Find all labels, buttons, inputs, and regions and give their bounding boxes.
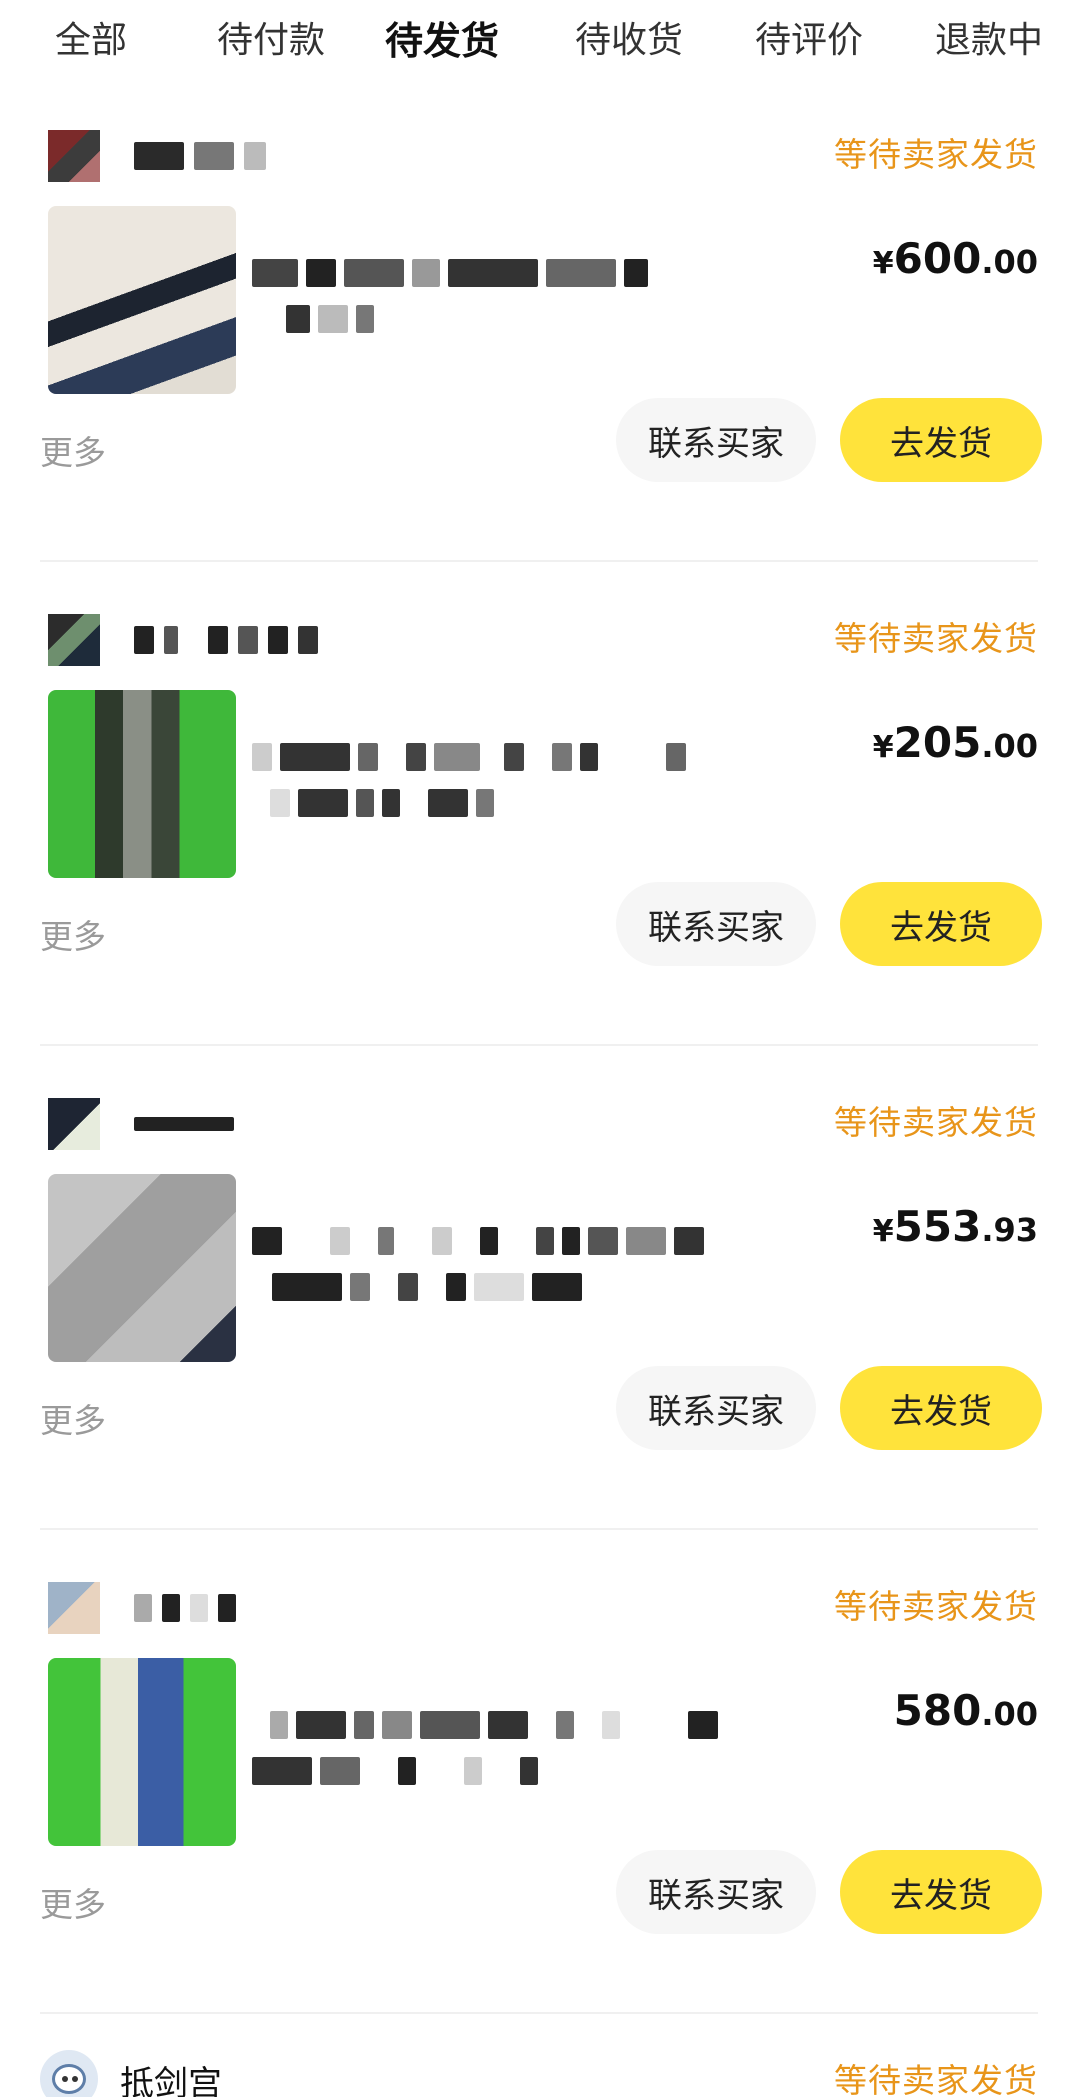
order-status: 等待卖家发货 (834, 1103, 1038, 1142)
order-card[interactable]: 等待卖家发货 ¥553.93 更多 联系买家 去发货 (0, 1078, 1078, 1562)
tab-pending-payment[interactable]: 待付款 (217, 16, 325, 66)
divider (40, 560, 1038, 562)
order-status: 等待卖家发货 (834, 619, 1038, 658)
order-price: ¥553.93 (872, 1202, 1038, 1251)
seller-name[interactable]: 抵剑宫 (120, 2056, 222, 2097)
more-link[interactable]: 更多 (40, 426, 106, 474)
divider (40, 1528, 1038, 1530)
product-title-redacted (252, 254, 842, 344)
tab-pending-shipment[interactable]: 待发货 (381, 16, 503, 66)
more-link[interactable]: 更多 (40, 910, 106, 958)
order-status: 等待卖家发货 (834, 135, 1038, 174)
tab-pending-receipt[interactable]: 待收货 (575, 16, 683, 66)
ship-button[interactable]: 去发货 (840, 1366, 1042, 1450)
seller-name-redacted (134, 1590, 236, 1626)
product-title-redacted (252, 1706, 842, 1796)
order-card-partial[interactable]: 抵剑宫 等待卖家发货 (0, 2020, 1078, 2097)
divider (40, 2012, 1038, 2014)
order-price: ¥205.00 (872, 718, 1038, 767)
order-price: ¥600.00 (872, 234, 1038, 283)
seller-avatar[interactable] (48, 1098, 100, 1150)
ship-button[interactable]: 去发货 (840, 1850, 1042, 1934)
product-thumbnail[interactable] (48, 1174, 236, 1362)
seller-avatar[interactable] (48, 614, 100, 666)
seller-avatar[interactable] (48, 1582, 100, 1634)
order-status: 等待卖家发货 (834, 2061, 1038, 2097)
order-price: 580.00 (893, 1686, 1038, 1735)
contact-buyer-button[interactable]: 联系买家 (616, 882, 816, 966)
tab-all[interactable]: 全部 (55, 16, 127, 66)
order-card[interactable]: 等待卖家发货 580.00 更多 联系买家 去发货 (0, 1562, 1078, 2046)
tab-pending-review[interactable]: 待评价 (755, 16, 863, 66)
tab-refunding[interactable]: 退款中 (935, 16, 1043, 66)
product-title-redacted (252, 738, 842, 828)
seller-name-redacted (134, 1106, 234, 1142)
contact-buyer-button[interactable]: 联系买家 (616, 1366, 816, 1450)
seller-name-redacted (134, 138, 266, 174)
seller-avatar[interactable] (40, 2050, 98, 2097)
more-link[interactable]: 更多 (40, 1878, 106, 1926)
avatar-eye-right (72, 2076, 78, 2082)
ship-button[interactable]: 去发货 (840, 882, 1042, 966)
contact-buyer-button[interactable]: 联系买家 (616, 398, 816, 482)
order-card[interactable]: 等待卖家发货 ¥205.00 更多 联系买家 去发货 (0, 594, 1078, 1078)
product-thumbnail[interactable] (48, 690, 236, 878)
seal-avatar-icon (52, 2064, 86, 2094)
contact-buyer-button[interactable]: 联系买家 (616, 1850, 816, 1934)
product-title-redacted (252, 1222, 842, 1312)
product-thumbnail[interactable] (48, 1658, 236, 1846)
order-status: 等待卖家发货 (834, 1587, 1038, 1626)
avatar-eye-left (62, 2076, 68, 2082)
order-status-tabs: 全部 待付款 待发货 待收货 待评价 退款中 (0, 0, 1078, 86)
order-card[interactable]: 等待卖家发货 ¥600.00 更多 联系买家 去发货 (0, 110, 1078, 594)
more-link[interactable]: 更多 (40, 1394, 106, 1442)
seller-avatar[interactable] (48, 130, 100, 182)
divider (40, 1044, 1038, 1046)
ship-button[interactable]: 去发货 (840, 398, 1042, 482)
seller-name-redacted (134, 622, 318, 658)
product-thumbnail[interactable] (48, 206, 236, 394)
